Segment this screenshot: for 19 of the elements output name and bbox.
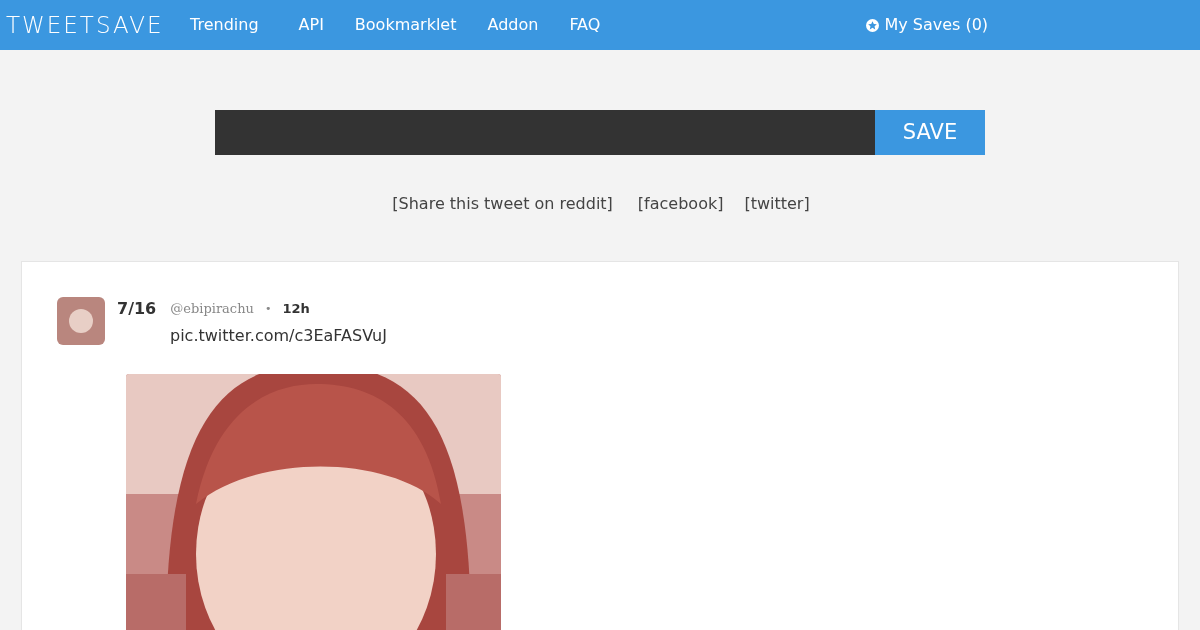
star-icon <box>866 18 880 32</box>
nav-link[interactable]: Trending <box>190 13 259 37</box>
share-link[interactable]: [facebook] <box>637 192 724 216</box>
author-name: 7/16 <box>117 298 157 320</box>
separator: • <box>264 300 272 317</box>
save-button[interactable]: SAVE <box>875 110 985 155</box>
tweet-url-field[interactable] <box>215 110 875 155</box>
logo[interactable]: TWEETSAVE <box>6 7 176 43</box>
nav-link[interactable]: Addon <box>487 13 539 37</box>
author-handle[interactable]: @ebipirachu <box>170 299 254 319</box>
tweet-text[interactable]: pic.twitter.com/c3EaFASVuJ <box>170 324 387 348</box>
tweet-time: 12h <box>282 300 310 319</box>
nav-link[interactable]: FAQ <box>569 13 601 37</box>
my-saves-link[interactable]: My Saves (0) <box>866 13 989 37</box>
share-link[interactable]: [Share this tweet on reddit] <box>392 192 613 216</box>
nav-link[interactable]: API <box>298 13 324 37</box>
nav-link[interactable]: Bookmarklet <box>354 13 457 37</box>
avatar <box>57 297 105 345</box>
share-link[interactable]: [twitter] <box>744 192 810 216</box>
